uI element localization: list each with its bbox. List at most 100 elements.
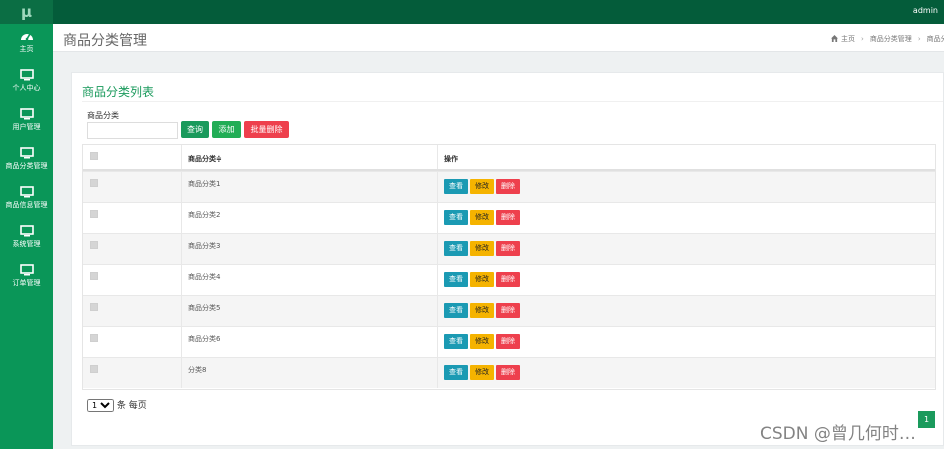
sidebar-item-label: 用户管理 — [12, 123, 41, 131]
dashboard-icon — [20, 33, 33, 41]
sidebar-item-products[interactable]: 商品信息管理 — [0, 182, 53, 218]
monitor-icon — [19, 225, 34, 237]
monitor-icon — [19, 264, 34, 276]
column-divider — [437, 358, 438, 388]
chevron-right-icon: › — [917, 35, 921, 43]
view-button[interactable]: 查看 — [444, 272, 468, 287]
monitor-icon — [19, 69, 34, 81]
delete-button[interactable]: 删除 — [496, 241, 520, 256]
row-checkbox[interactable] — [90, 303, 98, 311]
column-divider — [437, 234, 438, 264]
column-divider — [181, 358, 182, 388]
column-header-category[interactable]: 商品分类≑ — [188, 154, 222, 164]
user-name[interactable]: admin — [913, 6, 938, 15]
add-button[interactable]: 添加 — [212, 121, 241, 138]
sidebar-item-label: 订单管理 — [12, 279, 41, 287]
row-checkbox[interactable] — [90, 334, 98, 342]
batch-delete-button[interactable]: 批量删除 — [244, 121, 289, 138]
filter-label: 商品分类 — [87, 111, 119, 120]
column-divider — [437, 327, 438, 357]
table-row: 商品分类5 查看 修改 删除 — [83, 295, 935, 326]
column-divider — [437, 265, 438, 295]
edit-button[interactable]: 修改 — [470, 241, 494, 256]
category-name: 商品分类2 — [188, 211, 221, 219]
sidebar-item-category[interactable]: 商品分类管理 — [0, 143, 53, 179]
column-divider — [181, 327, 182, 357]
delete-button[interactable]: 删除 — [496, 272, 520, 287]
sidebar-item-orders[interactable]: 订单管理 — [0, 260, 53, 296]
column-divider — [437, 203, 438, 233]
row-checkbox[interactable] — [90, 210, 98, 218]
table-row: 分类8 查看 修改 删除 — [83, 357, 935, 388]
category-search-input[interactable] — [87, 122, 178, 139]
card-title: 商品分类列表 — [82, 85, 155, 99]
table-header: 商品分类≑ 操作 — [83, 145, 935, 171]
edit-button[interactable]: 修改 — [470, 272, 494, 287]
column-divider — [437, 172, 438, 202]
page-size-suffix: 条 每页 — [116, 401, 147, 411]
breadcrumb-category[interactable]: 商品分类管理 — [870, 35, 912, 43]
edit-button[interactable]: 修改 — [470, 210, 494, 225]
row-checkbox[interactable] — [90, 272, 98, 280]
page-button-current[interactable]: 1 — [918, 411, 935, 428]
row-checkbox[interactable] — [90, 179, 98, 187]
table-row: 商品分类2 查看 修改 删除 — [83, 202, 935, 233]
sidebar-item-label: 主页 — [19, 45, 34, 53]
breadcrumb: 主页 › 商品分类管理 › 商品分 — [831, 34, 944, 44]
select-all-checkbox[interactable] — [90, 152, 98, 160]
edit-button[interactable]: 修改 — [470, 365, 494, 380]
sidebar-item-users[interactable]: 用户管理 — [0, 104, 53, 140]
watermark: CSDN @曾几何时… — [760, 424, 916, 444]
page-header: 商品分类管理 主页 › 商品分类管理 › 商品分 — [53, 24, 944, 52]
delete-button[interactable]: 删除 — [496, 365, 520, 380]
category-table: 商品分类≑ 操作 商品分类1 查看 修改 删除 商品分类2 查看 修改 删除 商… — [82, 144, 936, 390]
column-divider — [181, 203, 182, 233]
delete-button[interactable]: 删除 — [496, 210, 520, 225]
category-name: 商品分类4 — [188, 273, 221, 281]
sidebar-item-profile[interactable]: 个人中心 — [0, 65, 53, 101]
breadcrumb-home[interactable]: 主页 — [841, 35, 855, 43]
top-bar: μ admin — [0, 0, 944, 24]
search-button[interactable]: 查询 — [181, 121, 209, 138]
category-name: 商品分类1 — [188, 180, 221, 188]
edit-button[interactable]: 修改 — [470, 179, 494, 194]
view-button[interactable]: 查看 — [444, 334, 468, 349]
table-row: 商品分类6 查看 修改 删除 — [83, 326, 935, 357]
home-icon — [831, 35, 838, 42]
sidebar-item-label: 商品分类管理 — [5, 162, 48, 170]
category-name: 商品分类5 — [188, 304, 221, 312]
page-size-select[interactable]: 10 — [87, 399, 114, 412]
view-button[interactable]: 查看 — [444, 210, 468, 225]
column-divider — [437, 296, 438, 326]
table-row: 商品分类4 查看 修改 删除 — [83, 264, 935, 295]
view-button[interactable]: 查看 — [444, 303, 468, 318]
monitor-icon — [19, 108, 34, 120]
edit-button[interactable]: 修改 — [470, 334, 494, 349]
delete-button[interactable]: 删除 — [496, 334, 520, 349]
monitor-icon — [19, 186, 34, 198]
sidebar-item-system[interactable]: 系统管理 — [0, 221, 53, 257]
column-divider — [437, 145, 438, 169]
column-divider — [181, 265, 182, 295]
title-divider — [82, 101, 943, 102]
column-divider — [181, 145, 182, 169]
monitor-icon — [19, 147, 34, 159]
pagination-size: 10 条 每页 — [87, 398, 147, 412]
view-button[interactable]: 查看 — [444, 365, 468, 380]
column-header-actions: 操作 — [444, 155, 458, 163]
table-row: 商品分类3 查看 修改 删除 — [83, 233, 935, 264]
category-name: 分类8 — [188, 366, 207, 374]
sidebar-item-home[interactable]: 主页 — [0, 26, 53, 62]
app-logo: μ — [0, 0, 53, 24]
delete-button[interactable]: 删除 — [496, 303, 520, 318]
column-divider — [181, 296, 182, 326]
view-button[interactable]: 查看 — [444, 179, 468, 194]
sidebar-item-label: 系统管理 — [12, 240, 41, 248]
row-checkbox[interactable] — [90, 365, 98, 373]
sidebar: 主页 个人中心 用户管理 商品分类管理 商品信息管理 系统管理 订单管理 — [0, 24, 53, 449]
delete-button[interactable]: 删除 — [496, 179, 520, 194]
view-button[interactable]: 查看 — [444, 241, 468, 256]
category-name: 商品分类6 — [188, 335, 221, 343]
row-checkbox[interactable] — [90, 241, 98, 249]
edit-button[interactable]: 修改 — [470, 303, 494, 318]
